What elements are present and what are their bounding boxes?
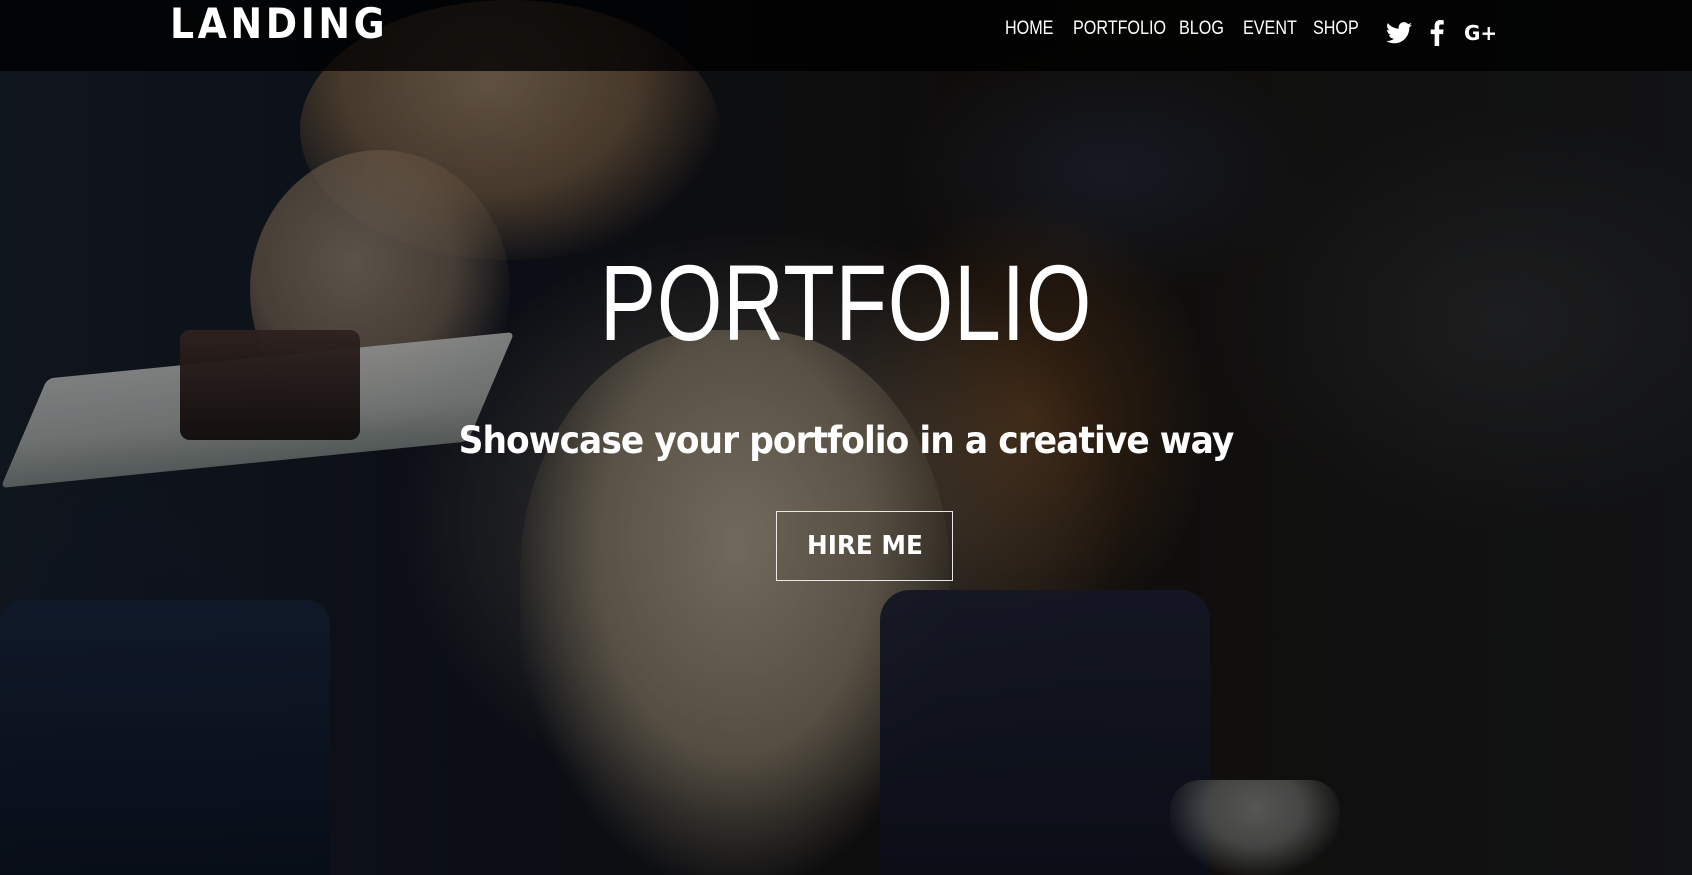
google-plus-icon[interactable]: G+	[1464, 22, 1497, 44]
hire-me-button-label: HIRE ME	[806, 531, 923, 561]
facebook-icon[interactable]	[1430, 20, 1444, 46]
brand-logo[interactable]: LANDING	[170, 0, 388, 48]
top-navigation-bar: LANDING HOME PORTFOLIO BLOG EVENT SHOP G…	[0, 0, 1692, 71]
hero-subtitle: Showcase your portfolio in a creative wa…	[458, 419, 1235, 462]
nav-item-portfolio[interactable]: PORTFOLIO	[1073, 18, 1166, 40]
nav-item-shop[interactable]: SHOP	[1313, 18, 1359, 40]
twitter-icon[interactable]	[1386, 22, 1412, 44]
nav-item-event[interactable]: EVENT	[1243, 18, 1297, 40]
nav-item-blog[interactable]: BLOG	[1179, 18, 1224, 40]
page-title: PORTFOLIO	[599, 242, 1093, 363]
nav-item-home[interactable]: HOME	[1005, 18, 1053, 40]
hire-me-button[interactable]: HIRE ME	[776, 511, 953, 581]
main-nav: HOME PORTFOLIO BLOG EVENT SHOP	[1005, 14, 1379, 44]
social-links: G+	[1386, 18, 1497, 48]
